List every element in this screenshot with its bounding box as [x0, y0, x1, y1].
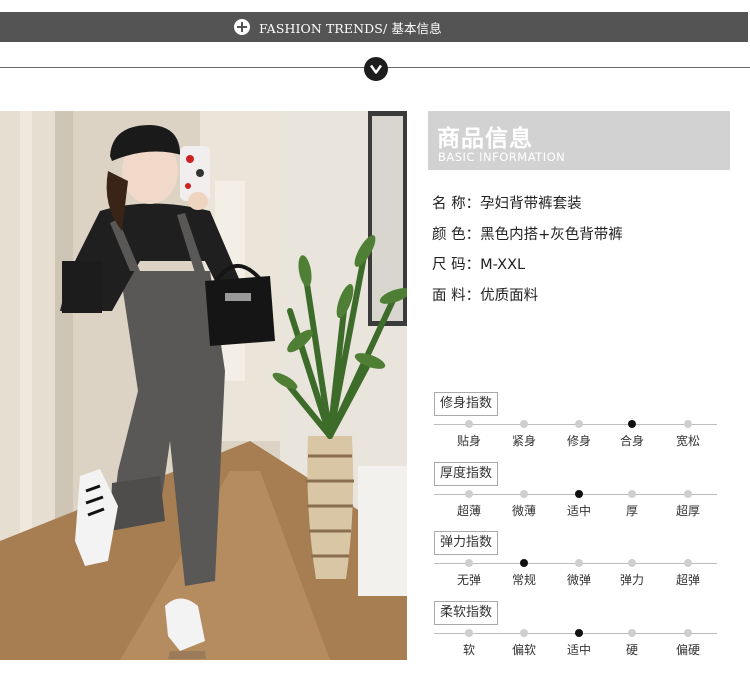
- spec-list: 名 称：孕妇背带裤套装 颜 色：黑色内搭+灰色背带裤 尺 码：M-XXL 面 料…: [432, 192, 623, 314]
- banner-title: FASHION TRENDS/ 基本信息: [259, 20, 442, 36]
- info-title: 商品信息: [437, 126, 533, 152]
- scale-dot-selected: [520, 559, 528, 567]
- scale-dot: [465, 420, 473, 428]
- scale-dot: [628, 490, 636, 498]
- banner-content: FASHION TRENDS/ 基本信息: [234, 12, 442, 42]
- scale-option: 厚: [625, 504, 638, 518]
- scale-label: 修身指数: [434, 392, 499, 416]
- scale-option: 合身: [619, 434, 644, 448]
- info-header: 商品信息 BASIC INFORMATION: [428, 111, 730, 170]
- info-subtitle: BASIC INFORMATION: [438, 150, 566, 164]
- scale-dot: [684, 559, 692, 567]
- scale-option: 适中: [566, 504, 591, 518]
- scale-option: 硬: [625, 643, 638, 657]
- scale-option: 贴身: [456, 434, 481, 448]
- spec-color: 颜 色：黑色内搭+灰色背带裤: [432, 226, 623, 243]
- scale-dot: [465, 559, 473, 567]
- scale-option: 宽松: [675, 434, 700, 448]
- scale-label: 弹力指数: [434, 531, 499, 555]
- scale-dot: [520, 490, 528, 498]
- scale-dot: [465, 629, 473, 637]
- scale-0: 修身指数贴身 紧身 修身 合身 宽松: [432, 392, 717, 452]
- scale-option: 软: [462, 643, 475, 657]
- scale-dot: [628, 629, 636, 637]
- product-photo: [0, 111, 407, 660]
- scale-dot-selected: [628, 420, 636, 428]
- chevron-down-icon: [364, 57, 388, 81]
- scale-dot: [520, 420, 528, 428]
- scale-option: 紧身: [511, 434, 536, 448]
- scale-option: 超厚: [675, 504, 700, 518]
- scale-dot: [575, 420, 583, 428]
- scale-dot: [575, 559, 583, 567]
- scale-option: 无弹: [456, 573, 481, 587]
- scale-label: 厚度指数: [434, 462, 499, 486]
- scale-dot: [684, 629, 692, 637]
- scale-option: 微弹: [566, 573, 591, 587]
- scale-option: 微薄: [511, 504, 536, 518]
- scale-dot: [628, 559, 636, 567]
- scale-dot-selected: [575, 629, 583, 637]
- scale-dot: [684, 420, 692, 428]
- scale-2: 弹力指数无弹 常规 微弹 弹力 超弹: [432, 531, 717, 591]
- scale-option: 适中: [566, 643, 591, 657]
- scale-1: 厚度指数超薄 微薄 适中 厚 超厚: [432, 462, 717, 522]
- scale-3: 柔软指数软 偏软 适中 硬 偏硬: [432, 601, 717, 661]
- scale-dot-selected: [575, 490, 583, 498]
- plus-circle-icon: [234, 19, 250, 35]
- spec-fabric: 面 料：优质面料: [432, 287, 539, 304]
- scale-dot: [520, 629, 528, 637]
- scale-option: 偏硬: [675, 643, 700, 657]
- spec-name: 名 称：孕妇背带裤套装: [432, 196, 582, 212]
- scale-dot: [465, 490, 473, 498]
- top-banner: FASHION TRENDS/ 基本信息: [0, 12, 748, 42]
- scale-option: 超弹: [675, 573, 700, 587]
- scale-option: 超薄: [456, 504, 481, 518]
- scale-label: 柔软指数: [434, 601, 499, 625]
- scale-option: 弹力: [619, 573, 644, 587]
- scale-dot: [684, 490, 692, 498]
- scale-option: 常规: [511, 573, 536, 587]
- scale-option: 修身: [566, 434, 591, 448]
- scale-option: 偏软: [511, 643, 536, 657]
- spec-size: 尺 码：M-XXL: [432, 257, 526, 273]
